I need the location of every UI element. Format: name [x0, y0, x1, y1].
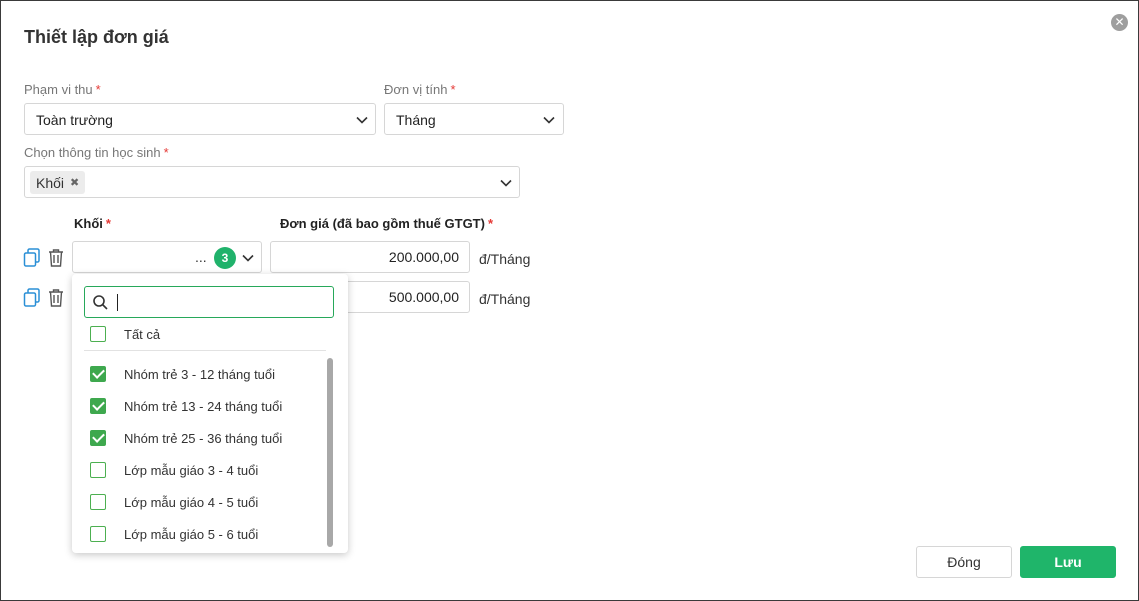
unit-select-value: Tháng: [396, 112, 436, 128]
chevron-down-icon: [356, 116, 368, 124]
scope-select-value: Toàn trường: [36, 112, 113, 128]
scope-select[interactable]: Toàn trường: [24, 103, 376, 135]
checkbox[interactable]: [90, 462, 106, 478]
chevron-down-icon: [500, 179, 512, 187]
student-info-label: Chọn thông tin học sinh *: [24, 145, 169, 160]
unit-price-dialog: Thiết lập đơn giá ✕ Phạm vi thu * Toàn tr…: [0, 0, 1139, 601]
text-cursor: [117, 294, 118, 311]
option-label: Lớp mẫu giáo 4 - 5 tuổi: [124, 494, 259, 510]
checkbox-checked[interactable]: [90, 430, 106, 446]
close-button[interactable]: Đóng: [916, 546, 1012, 578]
option-item[interactable]: Lớp mẫu giáo 4 - 5 tuổi: [90, 492, 258, 512]
checkbox-checked[interactable]: [90, 398, 106, 414]
option-item[interactable]: Lớp mẫu giáo 5 - 6 tuổi: [90, 524, 258, 544]
dropdown-search-input[interactable]: [84, 286, 334, 318]
price-unit-suffix: đ/Tháng: [479, 291, 531, 307]
option-select-all[interactable]: Tất cả: [90, 324, 160, 344]
selected-tag-label: Khối: [36, 174, 65, 191]
required-mark: *: [163, 145, 169, 160]
student-info-multiselect[interactable]: Khối ✖: [24, 166, 520, 198]
price-input[interactable]: 200.000,00: [270, 241, 470, 273]
checkbox-checked[interactable]: [90, 366, 106, 382]
dialog-title: Thiết lập đơn giá: [24, 27, 169, 47]
option-label: Lớp mẫu giáo 5 - 6 tuổi: [124, 526, 259, 542]
close-circle-icon[interactable]: ✕: [1111, 14, 1128, 31]
price-column-header: Đơn giá (đã bao gồm thuế GTGT) *: [280, 216, 493, 231]
divider: [84, 350, 326, 351]
unit-label: Đơn vị tính *: [384, 82, 456, 97]
scope-label: Phạm vi thu *: [24, 82, 101, 97]
tag-remove-icon[interactable]: ✖: [70, 176, 79, 189]
option-label: Lớp mẫu giáo 3 - 4 tuổi: [124, 462, 259, 478]
price-unit-suffix: đ/Tháng: [479, 251, 531, 267]
unit-label-text: Đơn vị tính: [384, 82, 448, 97]
option-item[interactable]: Lớp mẫu giáo 3 - 4 tuổi: [90, 460, 258, 480]
checkbox[interactable]: [90, 526, 106, 542]
copy-icon[interactable]: [23, 248, 41, 268]
chevron-down-icon: [242, 254, 254, 262]
option-item[interactable]: Nhóm trẻ 3 - 12 tháng tuổi: [90, 364, 275, 384]
save-button[interactable]: Lưu: [1020, 546, 1116, 578]
required-mark: *: [487, 216, 494, 231]
grade-selection-summary: ...: [195, 249, 207, 265]
selected-tag: Khối ✖: [30, 171, 86, 194]
option-label: Tất cả: [124, 326, 161, 342]
scope-label-text: Phạm vi thu: [24, 82, 93, 97]
required-mark: *: [105, 216, 111, 231]
option-label: Nhóm trẻ 13 - 24 tháng tuổi: [124, 398, 283, 414]
dropdown-scrollbar[interactable]: [327, 358, 333, 547]
trash-icon[interactable]: [47, 248, 65, 268]
required-mark: *: [450, 82, 456, 97]
grade-dropdown-panel: Tất cả Nhóm trẻ 3 - 12 tháng tuổi Nhóm t…: [72, 274, 348, 553]
price-column-header-text: Đơn giá (đã bao gồm thuế GTGT): [280, 216, 485, 231]
chevron-down-icon: [543, 116, 555, 124]
checkbox[interactable]: [90, 494, 106, 510]
copy-icon[interactable]: [23, 288, 41, 308]
grade-column-header-text: Khối: [74, 216, 103, 231]
option-label: Nhóm trẻ 25 - 36 tháng tuổi: [124, 430, 283, 446]
option-item[interactable]: Nhóm trẻ 13 - 24 tháng tuổi: [90, 396, 282, 416]
grade-column-header: Khối *: [74, 216, 111, 231]
checkbox[interactable]: [90, 326, 106, 342]
required-mark: *: [95, 82, 101, 97]
student-info-label-text: Chọn thông tin học sinh: [24, 145, 161, 160]
option-item[interactable]: Nhóm trẻ 25 - 36 tháng tuổi: [90, 428, 282, 448]
trash-icon[interactable]: [47, 288, 65, 308]
grade-multiselect[interactable]: ... 3: [72, 241, 262, 273]
search-icon: [93, 295, 108, 310]
selected-count-badge: 3: [214, 247, 236, 269]
option-label: Nhóm trẻ 3 - 12 tháng tuổi: [124, 366, 276, 382]
unit-select[interactable]: Tháng: [384, 103, 564, 135]
